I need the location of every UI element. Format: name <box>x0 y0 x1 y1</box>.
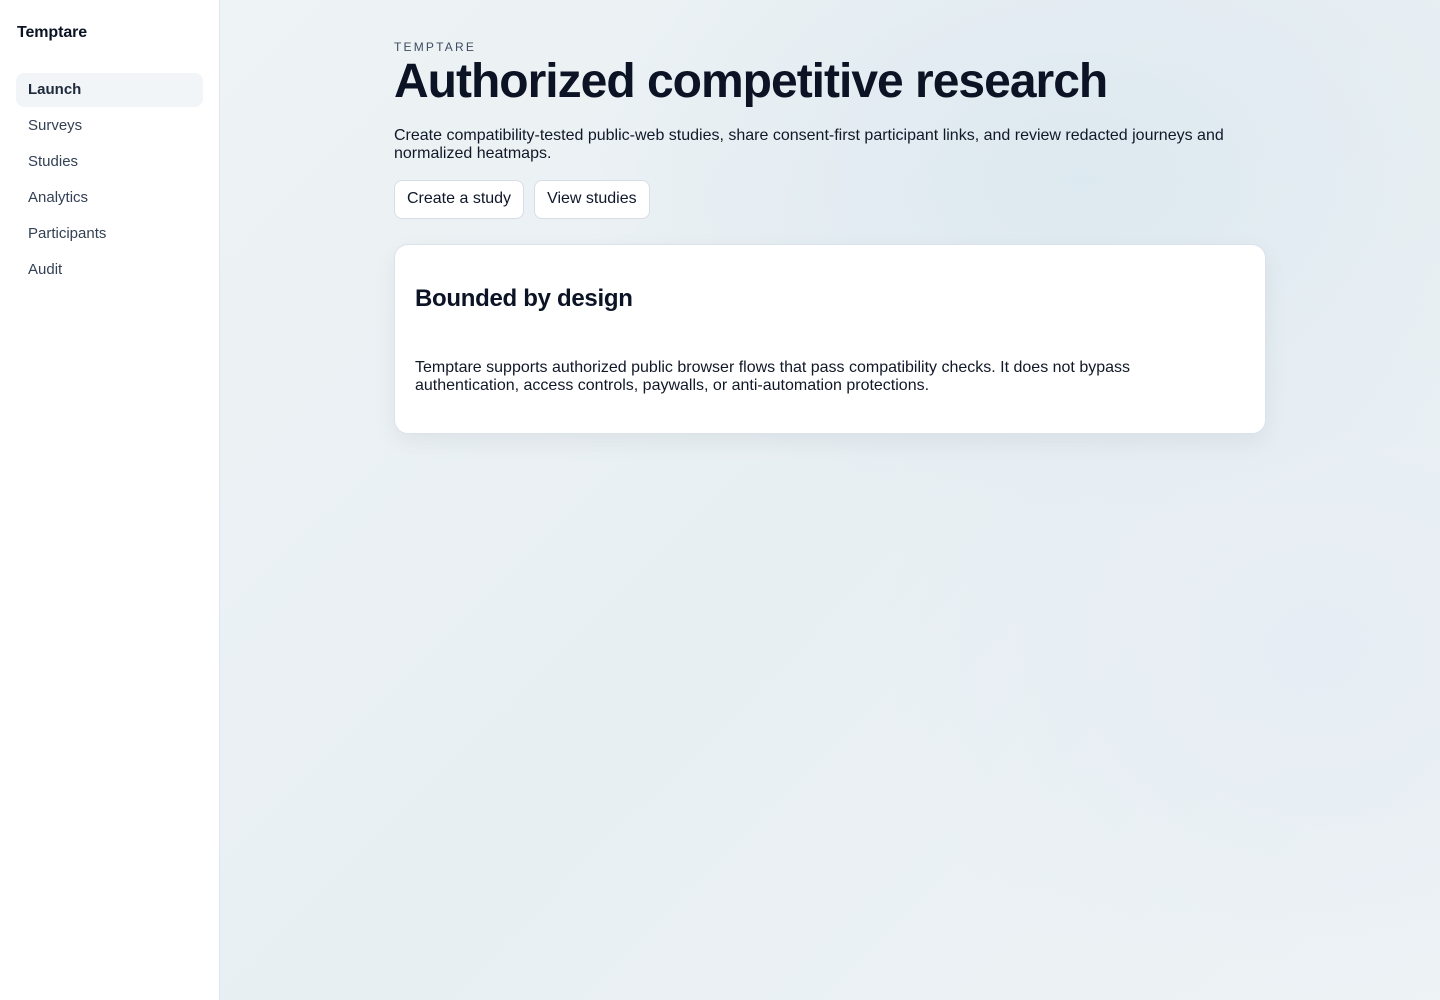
main-content: TEMPTARE Authorized competitive research… <box>220 0 1440 1000</box>
sidebar-item-studies[interactable]: Studies <box>16 145 203 179</box>
hero-actions: Create a study View studies <box>394 179 1440 219</box>
info-card: Bounded by design Temptare supports auth… <box>394 243 1266 434</box>
create-study-button[interactable]: Create a study <box>394 179 525 219</box>
sidebar-item-audit[interactable]: Audit <box>16 253 203 287</box>
sidebar-item-participants[interactable]: Participants <box>16 217 203 251</box>
brand-logo[interactable]: Temptare <box>17 24 203 42</box>
sidebar-nav: Launch Surveys Studies Analytics Partici… <box>16 73 203 287</box>
card-title: Bounded by design <box>415 284 633 312</box>
page-subtitle: Create compatibility-tested public-web s… <box>394 126 1224 162</box>
view-studies-button[interactable]: View studies <box>534 179 650 219</box>
sidebar-nav-list: Launch Surveys Studies Analytics Partici… <box>16 73 203 287</box>
sidebar-item-launch[interactable]: Launch <box>16 73 203 107</box>
card-body: Temptare supports authorized public brow… <box>415 358 1131 394</box>
app-shell: Temptare Launch Surveys Studies Analytic… <box>0 0 1440 1000</box>
sidebar: Temptare Launch Surveys Studies Analytic… <box>0 0 220 1000</box>
page-title: Authorized competitive research <box>394 55 1108 108</box>
eyebrow-label: TEMPTARE <box>394 40 477 54</box>
sidebar-item-analytics[interactable]: Analytics <box>16 181 203 215</box>
sidebar-item-surveys[interactable]: Surveys <box>16 109 203 143</box>
